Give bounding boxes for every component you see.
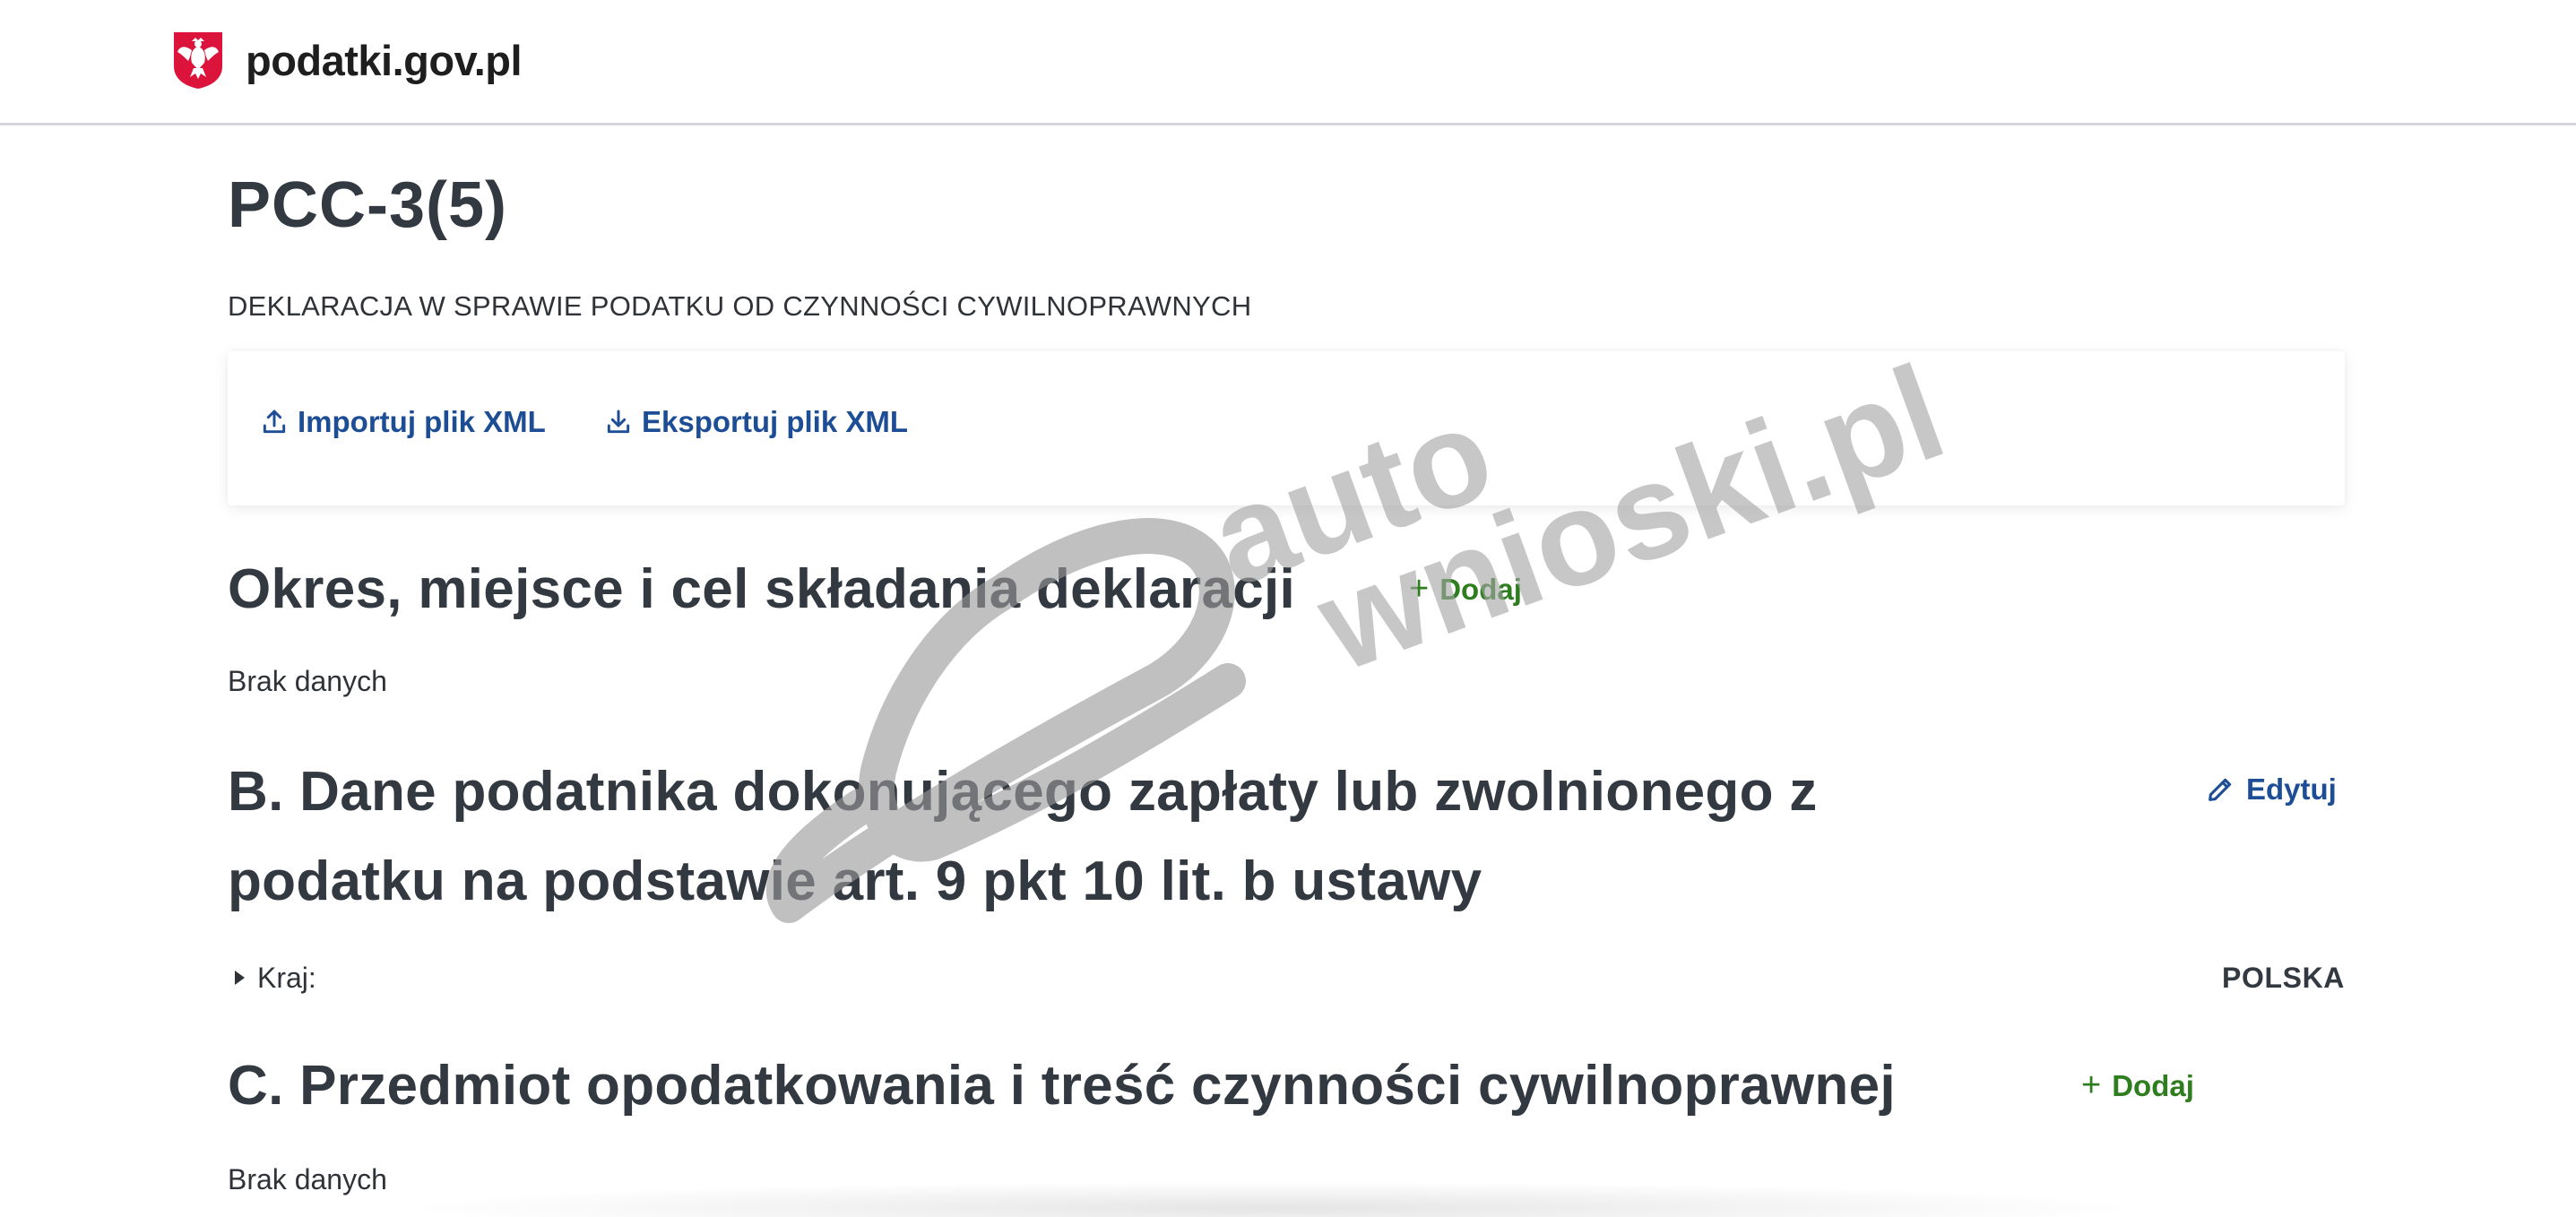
polish-eagle-emblem-icon bbox=[174, 32, 222, 89]
export-xml-button[interactable]: Eksportuj plik XML bbox=[604, 405, 908, 439]
section-taxpayer-title-line1: B. Dane podatnika dokonującego zapłaty l… bbox=[228, 761, 1818, 823]
import-xml-label: Importuj plik XML bbox=[298, 405, 546, 438]
section-taxpayer-title-line2: podatku na podstawie art. 9 pkt 10 lit. … bbox=[228, 850, 1482, 912]
section-subject-no-data: Brak danych bbox=[228, 1163, 387, 1195]
upload-icon bbox=[263, 410, 286, 434]
bottom-shadow bbox=[394, 1181, 2151, 1217]
section-period-add-button[interactable]: + Dodaj bbox=[1409, 570, 1522, 608]
country-field-value: POLSKA bbox=[2222, 961, 2345, 994]
site-header: podatki.gov.pl bbox=[0, 0, 2576, 125]
form-subtitle: DEKLARACJA W SPRAWIE PODATKU OD CZYNNOŚC… bbox=[228, 290, 1252, 322]
country-field-row: Kraj: POLSKA bbox=[228, 955, 2345, 1000]
plus-icon: + bbox=[1409, 570, 1430, 608]
page: podatki.gov.pl PCC-3(5) DEKLARACJA W SPR… bbox=[0, 0, 2576, 1217]
country-field-label: Kraj: bbox=[257, 961, 316, 994]
section-subject-add-button[interactable]: + Dodaj bbox=[2081, 1066, 2194, 1105]
site-name: podatki.gov.pl bbox=[246, 36, 523, 84]
caret-right-icon bbox=[235, 971, 245, 985]
xml-toolbar: Importuj plik XML Eksportuj plik XML bbox=[228, 351, 2345, 505]
form-code-title: PCC-3(5) bbox=[228, 169, 508, 241]
export-xml-label: Eksportuj plik XML bbox=[642, 405, 909, 438]
country-field-toggle[interactable]: Kraj: bbox=[228, 962, 316, 995]
section-subject-title: C. Przedmiot opodatkowania i treść czynn… bbox=[228, 1055, 1896, 1117]
import-xml-button[interactable]: Importuj plik XML bbox=[260, 405, 546, 439]
site-logo[interactable]: podatki.gov.pl bbox=[172, 30, 523, 90]
section-taxpayer-edit-button[interactable]: Edytuj bbox=[2205, 772, 2337, 807]
section-taxpayer-edit-label: Edytuj bbox=[2246, 772, 2337, 806]
pencil-icon bbox=[2209, 778, 2232, 801]
download-icon bbox=[607, 410, 630, 434]
plus-icon: + bbox=[2081, 1066, 2102, 1104]
section-period-no-data: Brak danych bbox=[228, 665, 387, 697]
section-period-add-label: Dodaj bbox=[1439, 572, 1522, 606]
section-subject-add-label: Dodaj bbox=[2112, 1068, 2194, 1102]
section-period-title: Okres, miejsce i cel składania deklaracj… bbox=[228, 558, 1296, 620]
